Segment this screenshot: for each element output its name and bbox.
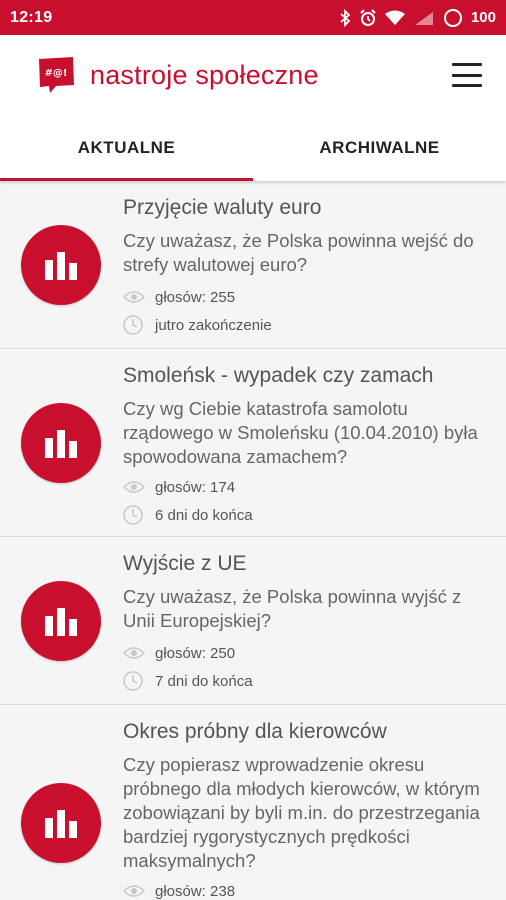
- poll-votes: głosów: 250: [123, 639, 494, 667]
- poll-title: Wyjście z UE: [123, 552, 247, 575]
- deadline-text: 6 dni do końca: [155, 506, 253, 524]
- tab-archiwalne[interactable]: ARCHIWALNE: [253, 115, 506, 181]
- poll-votes: głosów: 174: [123, 473, 494, 501]
- votes-count: głosów: 255: [155, 288, 236, 306]
- poll-item[interactable]: Smoleńsk - wypadek czy zamach Czy wg Cie…: [0, 349, 506, 537]
- eye-icon: [123, 643, 147, 663]
- svg-text:#@!: #@!: [45, 68, 68, 79]
- poll-item[interactable]: Wyjście z UE Czy uważasz, że Polska powi…: [0, 537, 506, 705]
- bluetooth-icon: [339, 8, 351, 27]
- hamburger-menu-icon[interactable]: [452, 63, 482, 87]
- eye-icon: [123, 287, 147, 307]
- poll-list: Przyjęcie waluty euro Czy uważasz, że Po…: [0, 181, 506, 900]
- poll-item[interactable]: Okres próbny dla kierowców Czy popierasz…: [0, 705, 506, 900]
- wifi-icon: [384, 10, 405, 26]
- poll-title: Smoleńsk - wypadek czy zamach: [123, 364, 434, 387]
- poll-votes: głosów: 255: [123, 283, 494, 311]
- battery-icon: [443, 8, 463, 28]
- clock-icon: [123, 671, 147, 691]
- app-logo: #@!: [36, 55, 76, 95]
- poll-title: Przyjęcie waluty euro: [123, 196, 322, 219]
- poll-votes: głosów: 238: [123, 877, 494, 900]
- tab-aktualne[interactable]: AKTUALNE: [0, 115, 253, 181]
- poll-deadline: jutro zakończenie: [123, 311, 494, 339]
- poll-deadline: 6 dni do końca: [123, 501, 494, 529]
- votes-count: głosów: 238: [155, 882, 236, 900]
- app-header: #@! nastroje społeczne: [0, 35, 506, 115]
- poll-deadline: 7 dni do końca: [123, 667, 494, 695]
- votes-count: głosów: 250: [155, 644, 236, 662]
- tab-bar: AKTUALNE ARCHIWALNE: [0, 115, 506, 181]
- alarm-icon: [359, 8, 377, 27]
- signal-icon: [413, 10, 435, 26]
- deadline-text: jutro zakończenie: [155, 316, 272, 334]
- battery-level: 100: [470, 9, 496, 26]
- poll-question: Czy wg Ciebie katastrofa samolotu rządow…: [123, 398, 478, 467]
- poll-question: Czy uważasz, że Polska powinna wejść do …: [123, 230, 474, 275]
- clock-icon: [123, 315, 147, 335]
- eye-icon: [123, 881, 147, 900]
- status-time: 12:19: [10, 8, 53, 26]
- status-icons: 100: [339, 8, 496, 28]
- clock-icon: [123, 505, 147, 525]
- votes-count: głosów: 174: [155, 478, 236, 496]
- bar-chart-icon: [21, 403, 101, 483]
- poll-item[interactable]: Przyjęcie waluty euro Czy uważasz, że Po…: [0, 181, 506, 349]
- poll-question: Czy popierasz wprowadzenie okresu próbne…: [123, 754, 480, 871]
- deadline-text: 7 dni do końca: [155, 672, 253, 690]
- poll-question: Czy uważasz, że Polska powinna wyjść z U…: [123, 586, 462, 631]
- bar-chart-icon: [21, 783, 101, 863]
- app-title: nastroje społeczne: [90, 59, 319, 90]
- eye-icon: [123, 477, 147, 497]
- bar-chart-icon: [21, 581, 101, 661]
- status-bar: 12:19 100: [0, 0, 506, 35]
- poll-title: Okres próbny dla kierowców: [123, 720, 387, 743]
- bar-chart-icon: [21, 225, 101, 305]
